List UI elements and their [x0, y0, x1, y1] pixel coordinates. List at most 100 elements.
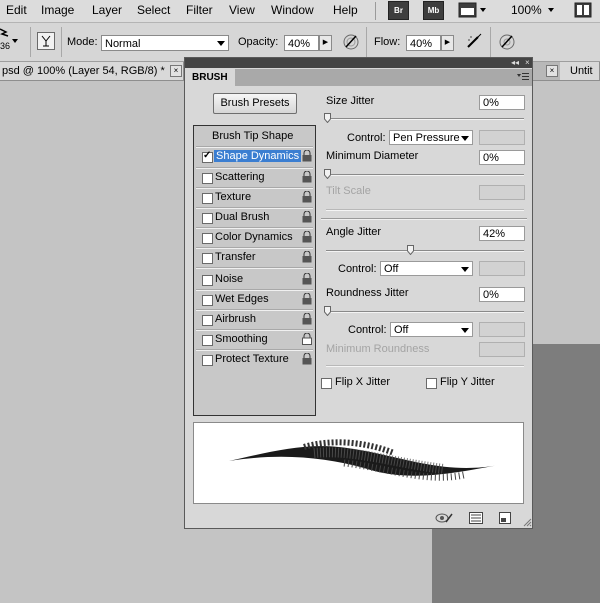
texture-label: Texture — [215, 191, 252, 203]
unlocked-icon[interactable] — [302, 332, 312, 345]
document-tab-second[interactable]: Untit — [560, 62, 600, 80]
angle-jitter-slider[interactable] — [326, 250, 524, 252]
color-dynamics-checkbox[interactable] — [202, 233, 213, 244]
min-diameter-slider[interactable] — [326, 174, 524, 176]
zoom-chevron-down-icon[interactable] — [548, 8, 554, 12]
flow-input[interactable]: 40% — [406, 35, 441, 51]
lock-icon[interactable] — [302, 250, 312, 263]
pressure-size-icon[interactable] — [498, 32, 516, 50]
angle-jitter-input[interactable]: 42% — [479, 226, 525, 241]
pressure-opacity-icon[interactable] — [342, 32, 360, 50]
view-extras-icon[interactable] — [458, 2, 478, 19]
bridge-button[interactable]: Br — [388, 1, 409, 20]
roundness-jitter-slider[interactable] — [326, 311, 524, 313]
option-transfer[interactable]: Transfer — [194, 248, 315, 268]
panel-menu-icon[interactable] — [517, 72, 529, 82]
lock-icon[interactable] — [302, 210, 312, 223]
lock-icon[interactable] — [302, 292, 312, 305]
flow-slider-button[interactable]: ▶ — [441, 35, 454, 51]
lock-icon[interactable] — [302, 170, 312, 183]
brush-tip-shape-item[interactable]: Brush Tip Shape — [194, 126, 315, 146]
option-wet-edges[interactable]: Wet Edges — [194, 290, 315, 310]
lock-icon[interactable] — [302, 230, 312, 243]
close-panel-icon[interactable]: × — [525, 58, 530, 68]
option-smoothing[interactable]: Smoothing — [194, 330, 315, 350]
size-jitter-slider[interactable] — [326, 118, 524, 120]
zoom-level[interactable]: 100% — [511, 3, 542, 17]
roundness-jitter-thumb[interactable] — [324, 306, 331, 317]
option-airbrush[interactable]: Airbrush — [194, 310, 315, 330]
menu-help[interactable]: Help — [333, 3, 358, 17]
texture-checkbox[interactable] — [202, 193, 213, 204]
check-icon: ✓ — [203, 150, 212, 161]
opacity-input[interactable]: 40% — [284, 35, 319, 51]
mini-bridge-button[interactable]: Mb — [423, 1, 444, 20]
brush-tip-icon[interactable] — [0, 27, 10, 39]
dual-brush-checkbox[interactable] — [202, 213, 213, 224]
option-texture[interactable]: Texture — [194, 188, 315, 208]
airbrush-icon[interactable] — [465, 32, 483, 50]
noise-checkbox[interactable] — [202, 275, 213, 286]
size-jitter-thumb[interactable] — [324, 113, 331, 124]
lock-icon[interactable] — [302, 352, 312, 365]
resize-grip-icon[interactable] — [522, 517, 532, 527]
scattering-checkbox[interactable] — [202, 173, 213, 184]
min-diameter-input[interactable]: 0% — [479, 150, 525, 165]
brush-panel-toggle-icon[interactable] — [37, 32, 55, 50]
size-jitter-input[interactable]: 0% — [479, 95, 525, 110]
angle-jitter-thumb[interactable] — [407, 245, 415, 256]
arrange-documents-icon[interactable] — [574, 2, 592, 19]
view-extras-chevron-down-icon[interactable] — [480, 8, 486, 12]
option-color-dynamics[interactable]: Color Dynamics — [194, 228, 315, 248]
new-brush-preset-icon[interactable] — [499, 512, 511, 524]
roundness-control-select[interactable]: Off — [390, 322, 473, 337]
mode-select[interactable]: Normal — [101, 35, 229, 51]
section-divider — [321, 218, 527, 220]
lock-icon[interactable] — [302, 272, 312, 285]
menu-window[interactable]: Window — [271, 3, 314, 17]
brush-tab[interactable]: BRUSH — [185, 69, 235, 86]
toggle-live-tip-icon[interactable] — [435, 512, 453, 524]
option-shape-dynamics[interactable]: ✓ Shape Dynamics — [194, 147, 315, 167]
menu-edit[interactable]: Edit — [6, 3, 27, 17]
smoothing-checkbox[interactable] — [202, 335, 213, 346]
flip-y-checkbox[interactable] — [426, 378, 437, 389]
document-tab-active[interactable]: psd @ 100% (Layer 54, RGB/8) * × — [0, 62, 184, 80]
brush-projection-icon[interactable] — [469, 512, 483, 524]
flow-value: 40% — [410, 38, 433, 50]
roundness-jitter-input[interactable]: 0% — [479, 287, 525, 302]
shape-dynamics-checkbox[interactable]: ✓ — [202, 150, 213, 163]
brush-picker-chevron-down-icon[interactable] — [12, 39, 18, 43]
menu-image[interactable]: Image — [41, 3, 74, 17]
option-noise[interactable]: Noise — [194, 270, 315, 290]
lock-icon[interactable] — [302, 190, 312, 203]
panel-header[interactable]: ◂◂ × — [185, 58, 532, 68]
airbrush-checkbox[interactable] — [202, 315, 213, 326]
option-dual-brush[interactable]: Dual Brush — [194, 208, 315, 228]
menu-layer[interactable]: Layer — [92, 3, 122, 17]
menu-filter[interactable]: Filter — [186, 3, 213, 17]
lock-icon[interactable] — [302, 149, 312, 162]
size-control-select[interactable]: Pen Pressure — [389, 130, 473, 145]
flip-x-checkbox[interactable] — [321, 378, 332, 389]
brush-panel: ◂◂ × BRUSH Brush Presets Brush Tip Shape… — [184, 57, 533, 529]
close-document-icon[interactable]: × — [546, 65, 558, 77]
collapse-icon[interactable]: ◂◂ — [511, 58, 519, 68]
panel-tab-strip — [235, 69, 532, 86]
menu-view[interactable]: View — [229, 3, 255, 17]
menu-select[interactable]: Select — [137, 3, 170, 17]
min-diameter-thumb[interactable] — [324, 169, 331, 180]
protect-texture-checkbox[interactable] — [202, 355, 213, 366]
close-document-icon[interactable]: × — [170, 65, 182, 77]
wet-edges-checkbox[interactable] — [202, 295, 213, 306]
roundness-jitter-label: Roundness Jitter — [326, 287, 409, 299]
shape-dynamics-label: Shape Dynamics — [214, 150, 302, 162]
option-scattering[interactable]: Scattering — [194, 168, 315, 188]
min-diameter-label: Minimum Diameter — [326, 150, 419, 162]
opacity-slider-button[interactable]: ▶ — [319, 35, 332, 51]
angle-control-select[interactable]: Off — [380, 261, 473, 276]
brush-presets-button[interactable]: Brush Presets — [213, 93, 297, 114]
option-protect-texture[interactable]: Protect Texture — [194, 350, 315, 370]
lock-icon[interactable] — [302, 312, 312, 325]
transfer-checkbox[interactable] — [202, 253, 213, 264]
